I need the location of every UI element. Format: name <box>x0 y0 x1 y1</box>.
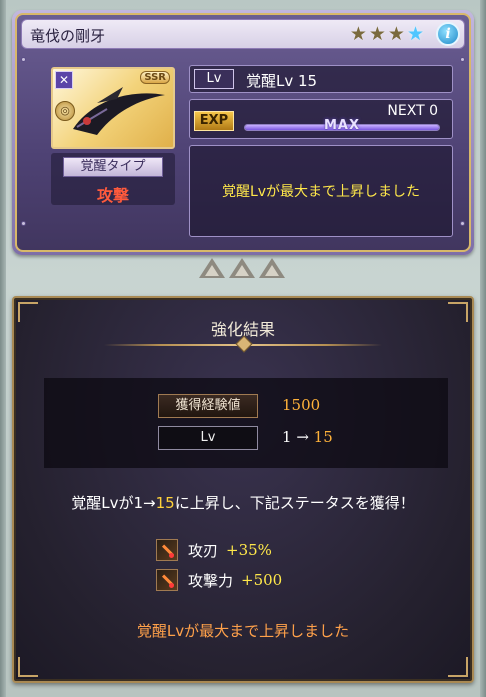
awakening-type-label: 覚醒タイプ <box>63 157 163 177</box>
info-icon[interactable]: i <box>436 22 460 46</box>
sentence-to: 15 <box>155 494 175 512</box>
star-icon: ★ <box>368 23 386 45</box>
right-frame <box>480 0 486 697</box>
element-icon: ✕ <box>55 71 73 89</box>
result-message: 覚醒Lvが最大まで上昇しました <box>136 622 350 640</box>
awakening-level-row: Lv 覚醒Lv 15 <box>189 65 453 93</box>
rivet <box>21 57 26 62</box>
gain-sentence: 覚醒Lvが1→15に上昇し、下記ステータスを獲得！ <box>14 492 472 513</box>
skill-name: 攻刃 <box>188 541 219 560</box>
weapon-name: 竜伐の剛牙 <box>30 27 106 45</box>
level-from: 1 <box>282 428 292 446</box>
blue-star-icon: ★ <box>406 23 424 45</box>
skill-row: 攻刃 +35% <box>156 538 272 562</box>
triangle-icon <box>199 258 225 278</box>
weapon-card: 竜伐の剛牙 ★ ★ ★ ★ i SSR ✕ ◎ 覚醒タイプ 攻撃 Lv 覚醒Lv… <box>12 10 474 255</box>
rarity-badge: SSR <box>140 71 170 84</box>
rivet <box>460 221 465 226</box>
enhancement-result-panel: 強化結果 獲得経験値 1500 Lv 1 → 15 覚醒Lvが1→15に上昇し、… <box>12 296 474 683</box>
divider-triangles <box>199 258 285 278</box>
awakening-type-value: 攻撃 <box>96 186 129 205</box>
next-exp-text: NEXT 0 <box>387 103 438 119</box>
skill-value: +35% <box>226 541 272 559</box>
rivet <box>21 221 26 226</box>
exp-row: EXP NEXT 0 MAX <box>189 99 453 139</box>
exp-gain-label: 獲得経験値 <box>158 394 258 418</box>
weapon-card-inner: 竜伐の剛牙 ★ ★ ★ ★ i SSR ✕ ◎ 覚醒タイプ 攻撃 Lv 覚醒Lv… <box>15 13 471 252</box>
level-tag: Lv <box>194 69 234 89</box>
level-change: 1 → 15 <box>282 428 333 446</box>
corner-ornament <box>448 657 468 677</box>
corner-ornament <box>18 657 38 677</box>
exp-gain-value: 1500 <box>282 396 321 414</box>
sentence-prefix: 覚醒Lvが <box>71 494 134 512</box>
weapon-message-box: 覚醒Lvが最大まで上昇しました <box>189 145 453 237</box>
star-icon: ★ <box>349 23 367 45</box>
weapon-title-bar: 竜伐の剛牙 ★ ★ ★ ★ i <box>21 19 465 49</box>
weapon-message: 覚醒Lvが最大まで上昇しました <box>221 184 421 200</box>
awakening-level-text: 覚醒Lv 15 <box>246 72 318 90</box>
level-label: Lv <box>158 426 258 450</box>
awakening-type-box: 覚醒タイプ 攻撃 <box>51 153 175 205</box>
triangle-icon <box>229 258 255 278</box>
weapon-thumbnail: SSR ✕ ◎ <box>51 67 175 149</box>
skill-value: +500 <box>241 571 283 589</box>
exp-gain-panel: 獲得経験値 1500 Lv 1 → 15 <box>44 378 448 468</box>
rivet <box>460 57 465 62</box>
left-frame <box>0 0 6 697</box>
skill-icon <box>156 569 178 591</box>
skill-row: 攻撃力 +500 <box>156 568 282 592</box>
max-label: MAX <box>324 118 361 133</box>
sentence-from: 1→ <box>133 494 156 512</box>
level-arrow: → <box>291 428 314 446</box>
sentence-suffix: に上昇し、下記ステータスを獲得！ <box>174 494 415 512</box>
weapon-type-icon: ◎ <box>55 101 75 121</box>
skill-icon <box>156 539 178 561</box>
level-to: 15 <box>313 428 333 446</box>
skill-name: 攻撃力 <box>188 571 234 590</box>
exp-tag: EXP <box>194 111 234 131</box>
star-icon: ★ <box>387 23 405 45</box>
triangle-icon <box>259 258 285 278</box>
awakening-stars: ★ ★ ★ ★ <box>350 24 424 44</box>
